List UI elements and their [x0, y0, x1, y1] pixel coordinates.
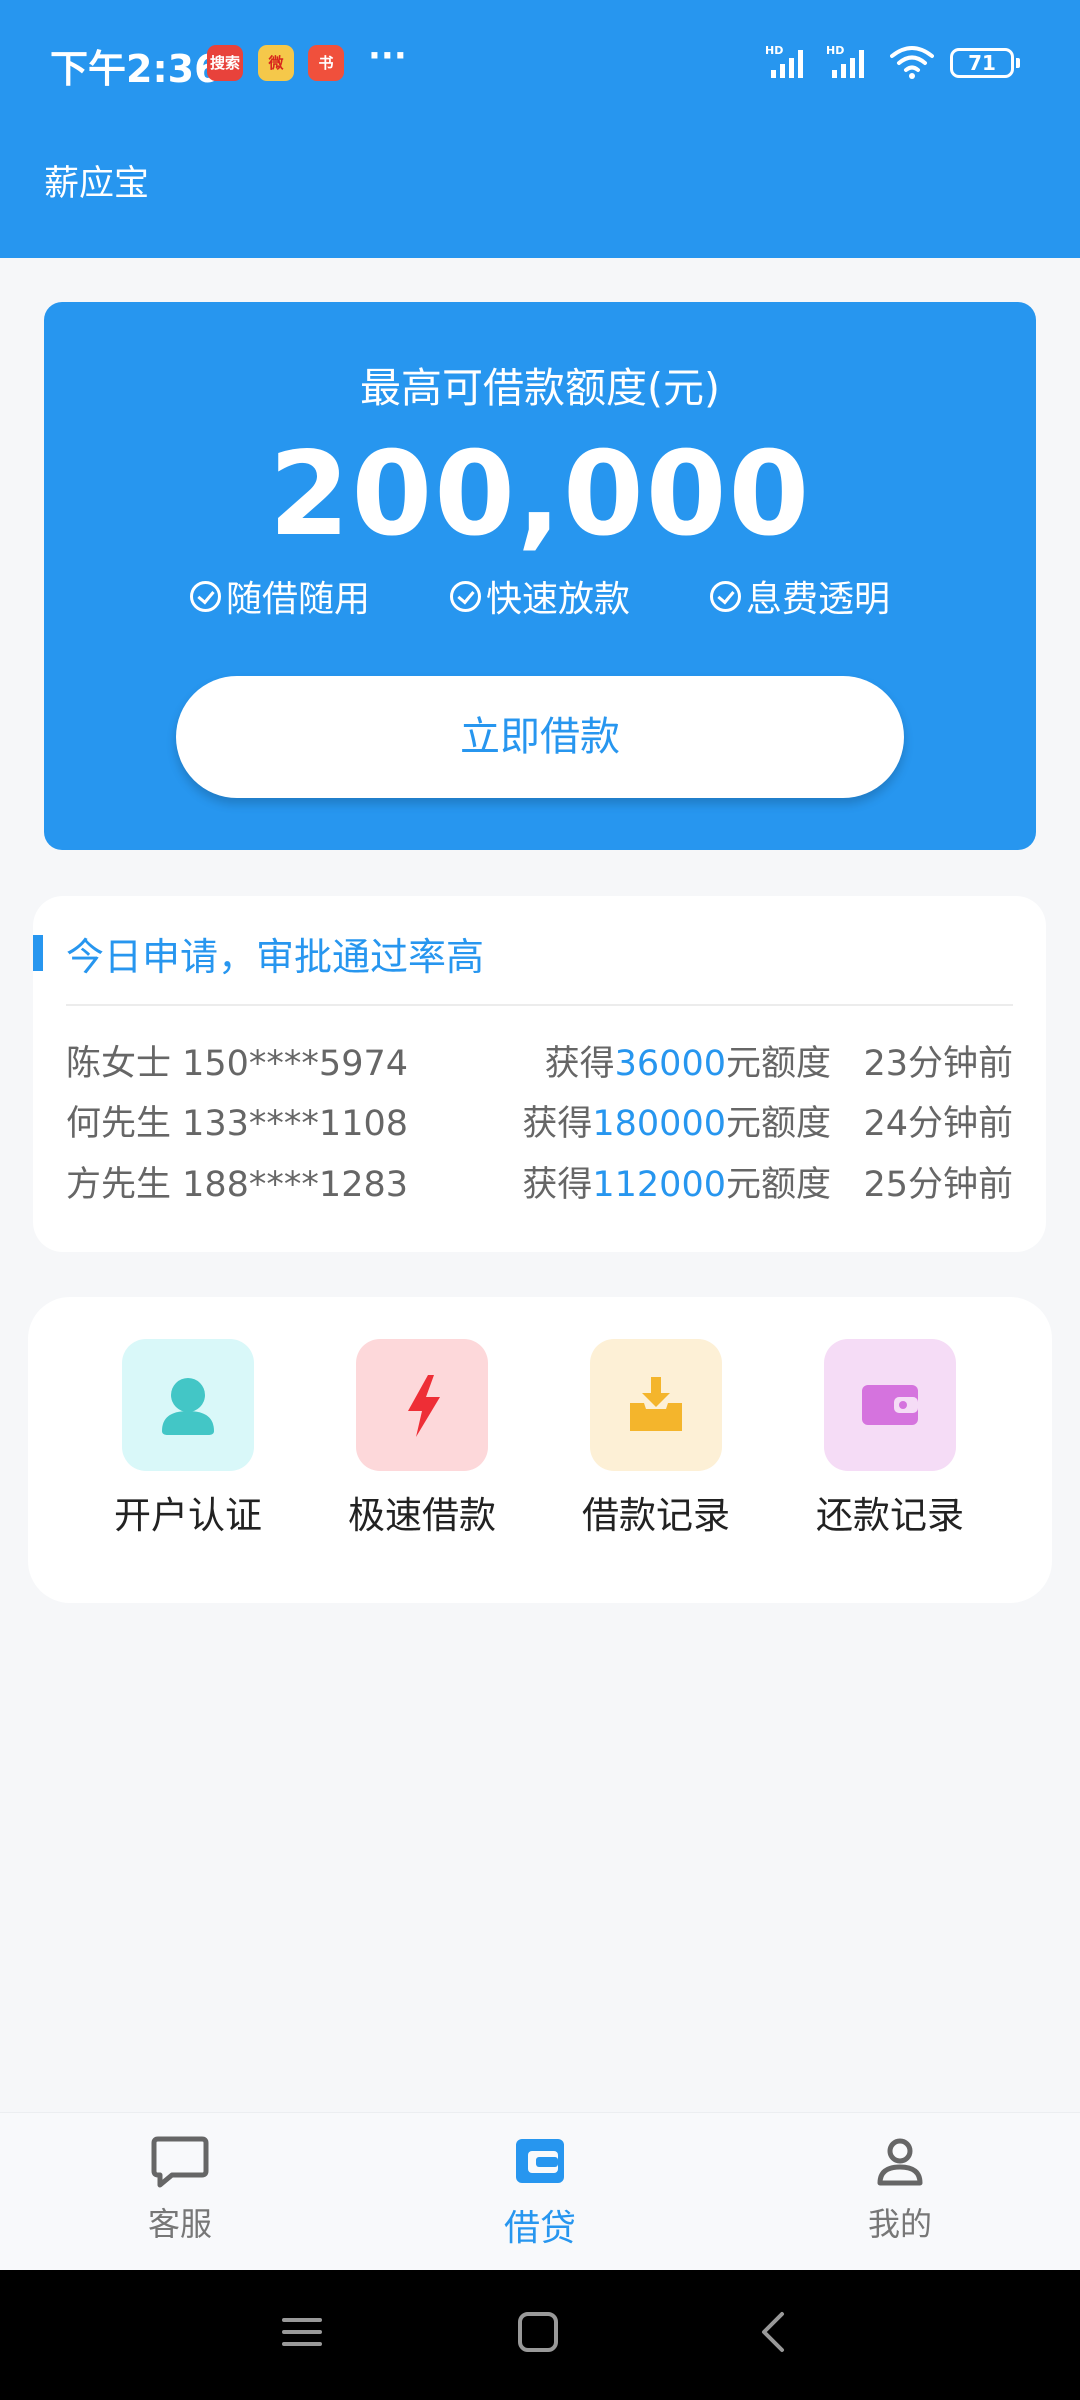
battery-indicator: 71	[950, 48, 1020, 78]
borrow-now-button[interactable]: 立即借款	[176, 676, 904, 798]
chat-bubble-icon	[151, 2136, 209, 2188]
weibo-notification-icon: 微	[258, 45, 294, 81]
menu-fast-loan[interactable]: 极速借款	[322, 1339, 522, 1539]
credit-limit-label: 最高可借款额度(元)	[360, 364, 720, 412]
menu-open-account[interactable]: 开户认证	[88, 1339, 288, 1539]
feature-item: 随借随用	[189, 570, 370, 622]
credit-limit-amount: 200,000	[268, 427, 812, 562]
approved-amount: 获得36000元额度	[544, 1044, 831, 1084]
app-header: 下午2:36 搜索 微 书 ··· HD HD 71 薪应宝	[0, 0, 1080, 258]
search-app-notification-icon: 搜索	[207, 45, 243, 81]
divider	[66, 1004, 1013, 1006]
menu-label: 开户认证	[114, 1494, 262, 1537]
feature-label: 息费透明	[746, 579, 891, 620]
user-icon	[122, 1339, 254, 1471]
feature-label: 随借随用	[225, 579, 370, 620]
signal-hd-icon: HD	[765, 44, 803, 78]
bottom-tab-bar: 客服 借贷 我的	[0, 2112, 1080, 2270]
applicant: 陈女士 150****5974	[66, 1044, 409, 1084]
more-notifications-icon: ···	[368, 36, 407, 76]
menu-label: 极速借款	[348, 1494, 496, 1537]
check-circle-icon	[710, 580, 741, 612]
signal-hd-icon-2: HD	[826, 44, 864, 78]
quick-menu-card: 开户认证 极速借款 借款记录 还款记录	[28, 1297, 1052, 1603]
status-bar: 下午2:36 搜索 微 书 ··· HD HD 71	[0, 0, 1080, 128]
tab-label: 我的	[867, 2205, 932, 2243]
time-ago: 24分钟前	[863, 1104, 1013, 1144]
applicant: 何先生 133****1108	[66, 1104, 409, 1144]
wifi-icon	[890, 46, 934, 79]
svg-text:HD: HD	[765, 44, 783, 57]
credit-limit-card: 最高可借款额度(元) 200,000 随借随用 快速放款 息费透明 立即借款	[44, 302, 1036, 850]
menu-icon[interactable]	[280, 2310, 324, 2354]
xiaohongshu-notification-icon: 书	[308, 45, 344, 81]
check-circle-icon	[189, 580, 221, 612]
check-circle-icon	[449, 580, 481, 612]
recent-applications-card: 今日申请，审批通过率高 陈女士 150****5974 获得36000元额度 2…	[33, 896, 1046, 1252]
feature-item: 快速放款	[449, 570, 630, 622]
applicant: 方先生 188****1283	[66, 1165, 409, 1205]
time-ago: 25分钟前	[863, 1165, 1013, 1205]
download-tray-icon	[590, 1339, 722, 1471]
lightning-icon	[356, 1339, 488, 1471]
wallet-icon	[824, 1339, 956, 1471]
section-title: 今日申请，审批通过率高	[66, 935, 485, 979]
tab-mine[interactable]: 我的	[800, 2131, 1000, 2245]
list-item: 陈女士 150****5974 获得36000元额度 23分钟前	[66, 1035, 1013, 1085]
feature-list: 随借随用 快速放款 息费透明	[44, 570, 1036, 622]
tab-label: 借贷	[503, 2208, 576, 2249]
feature-item: 息费透明	[710, 570, 890, 622]
time-ago: 23分钟前	[863, 1044, 1013, 1084]
menu-loan-records[interactable]: 借款记录	[556, 1339, 756, 1539]
list-item: 何先生 133****1108 获得180000元额度 24分钟前	[66, 1095, 1013, 1145]
menu-repayment-records[interactable]: 还款记录	[790, 1339, 990, 1539]
status-time: 下午2:36	[50, 47, 221, 91]
menu-label: 还款记录	[816, 1494, 964, 1537]
profile-icon	[877, 2138, 923, 2186]
home-icon[interactable]	[516, 2310, 560, 2354]
app-title: 薪应宝	[44, 164, 150, 204]
tab-customer-service[interactable]: 客服	[80, 2131, 280, 2245]
list-item: 方先生 188****1283 获得112000元额度 25分钟前	[66, 1156, 1013, 1206]
system-navigation-bar	[0, 2270, 1080, 2400]
back-icon[interactable]	[752, 2310, 796, 2354]
section-accent-bar	[33, 935, 43, 971]
approved-amount: 获得112000元额度	[522, 1165, 831, 1205]
wallet-icon	[516, 2139, 564, 2183]
tab-loan[interactable]: 借贷	[440, 2131, 640, 2251]
tab-label: 客服	[147, 2205, 212, 2243]
approved-amount: 获得180000元额度	[522, 1104, 831, 1144]
feature-label: 快速放款	[485, 579, 630, 620]
menu-label: 借款记录	[582, 1494, 730, 1537]
svg-text:HD: HD	[826, 44, 844, 57]
